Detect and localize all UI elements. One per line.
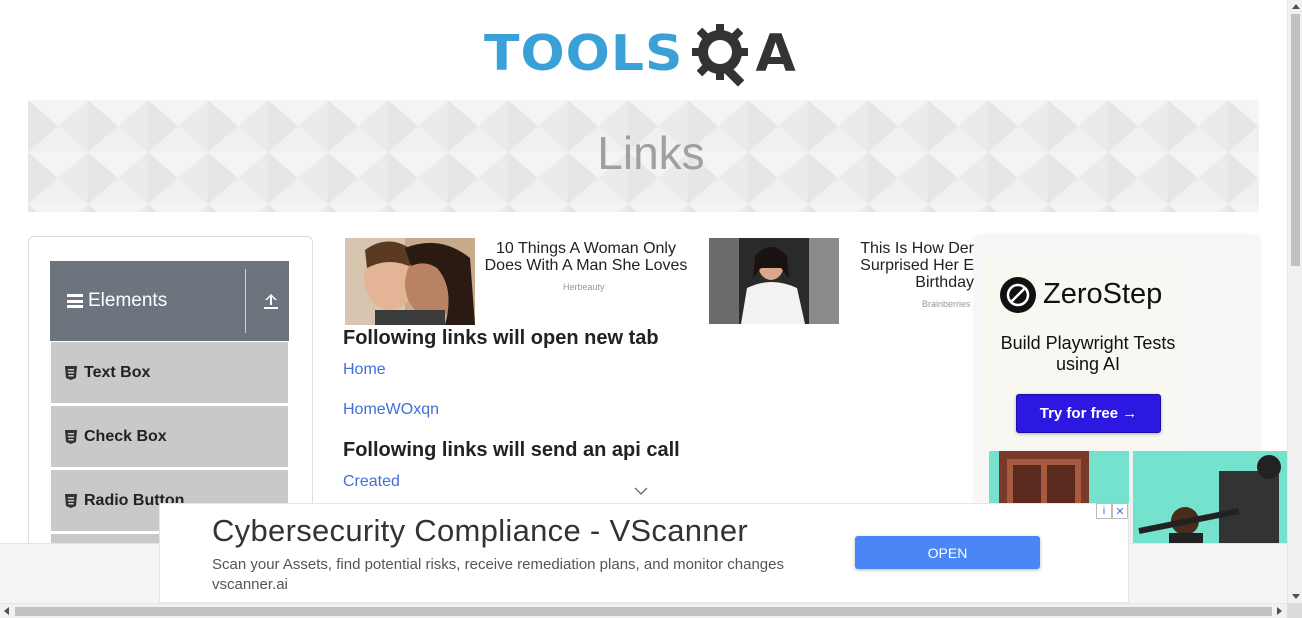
ad-image-woman[interactable] — [709, 238, 839, 324]
logo-text-tools: TOOLS — [484, 25, 684, 83]
html5-icon — [65, 493, 77, 508]
adchoices[interactable]: i ✕ — [1096, 503, 1129, 519]
bottom-ad-description: Scan your Assets, find potential risks, … — [212, 556, 784, 573]
ad-title[interactable]: 10 Things A Woman Only Does With A Man S… — [480, 240, 692, 274]
bottom-ad-title[interactable]: Cybersecurity Compliance - VScanner — [212, 513, 748, 549]
ad-close-icon[interactable]: ✕ — [1112, 503, 1128, 519]
toolsqa-logo[interactable]: TOOLS A — [484, 16, 814, 92]
logo-text-a: A — [755, 24, 796, 84]
zerostep-brand: ZeroStep — [1043, 278, 1163, 310]
api-call-heading: Following links will send an api call — [343, 439, 680, 461]
sidebar-item-check-box[interactable]: Check Box — [51, 406, 288, 468]
ad-title[interactable]: This Is How Der Surprised Her E Birthday — [850, 240, 974, 292]
page-title: Links — [597, 127, 705, 179]
scroll-up-arrow-icon[interactable] — [1292, 4, 1300, 9]
bottom-ad-url[interactable]: vscanner.ai — [212, 576, 288, 593]
ad-source: Brainberries — [922, 299, 971, 309]
ad-info-icon[interactable]: i — [1096, 503, 1112, 519]
scroll-right-arrow-icon[interactable] — [1277, 607, 1282, 615]
sidebar-group-elements[interactable]: Elements — [50, 261, 289, 341]
horizontal-scrollbar[interactable] — [0, 603, 1302, 618]
new-tab-heading: Following links will open new tab — [343, 327, 659, 349]
vertical-scrollbar[interactable] — [1287, 0, 1302, 603]
menu-icon — [67, 294, 83, 308]
ad-image-couple[interactable] — [345, 238, 475, 325]
scroll-left-arrow-icon[interactable] — [4, 607, 9, 615]
collapse-upload-icon[interactable] — [262, 292, 280, 310]
created-link[interactable]: Created — [343, 473, 400, 491]
chevron-down-icon — [634, 487, 648, 495]
dynamic-home-link[interactable]: HomeWOxqn — [343, 401, 439, 419]
html5-icon — [65, 365, 77, 380]
sidebar-item-label: Check Box — [84, 427, 167, 445]
sidebar-item-label: Text Box — [84, 363, 151, 381]
gear-magnifier-icon — [692, 24, 749, 87]
scrollbar-corner — [1287, 603, 1302, 618]
sidebar-item-text-box[interactable]: Text Box — [51, 342, 288, 404]
html5-icon — [65, 429, 77, 444]
open-button[interactable]: OPEN — [855, 536, 1040, 569]
scroll-down-arrow-icon[interactable] — [1292, 594, 1300, 599]
ad-source: Herbeauty — [563, 282, 605, 292]
zerostep-description: Build Playwright Tests using AI — [1000, 333, 1176, 374]
horizontal-scroll-thumb[interactable] — [15, 607, 1272, 616]
page: TOOLS A Links Elements Text Box Check Bo… — [0, 0, 1302, 618]
try-for-free-button[interactable]: Try for free → — [1016, 394, 1161, 433]
header-divider — [245, 269, 246, 333]
zerostep-logo-icon — [1000, 277, 1036, 313]
sidebar-group-label: Elements — [88, 290, 168, 311]
vertical-scroll-thumb[interactable] — [1291, 14, 1300, 266]
home-link[interactable]: Home — [343, 361, 386, 379]
